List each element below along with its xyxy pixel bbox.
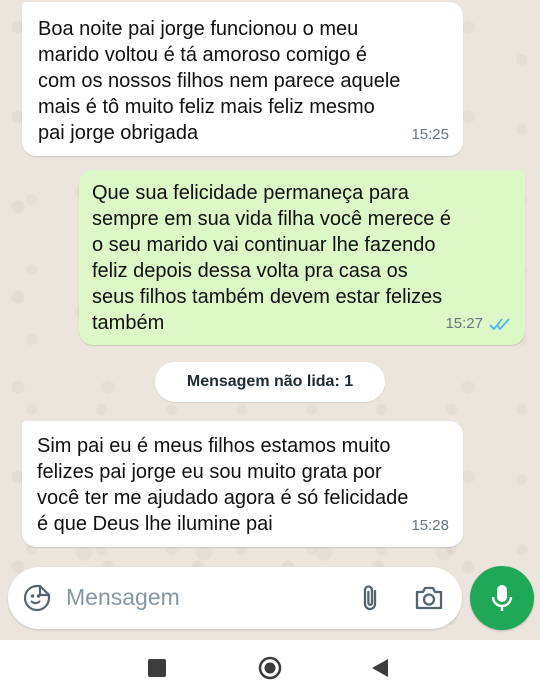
microphone-icon (491, 585, 513, 611)
paperclip-icon[interactable] (355, 582, 387, 614)
system-navigation-bar (0, 640, 540, 699)
incoming-message[interactable]: Boa noite pai jorge funcionou o meu mari… (22, 2, 463, 156)
unread-messages-divider: Mensagem não lida: 1 (155, 362, 385, 402)
camera-icon[interactable] (413, 583, 445, 613)
microphone-button[interactable] (470, 566, 534, 630)
message-time: 15:27 (445, 311, 511, 337)
recents-square-icon[interactable] (148, 659, 166, 677)
message-time: 15:25 (411, 122, 449, 148)
double-check-read-icon (489, 318, 510, 331)
outgoing-message[interactable]: Que sua felicidade permaneça para sempre… (79, 170, 525, 345)
message-text: Sim pai eu é meus filhos estamos muito f… (37, 435, 409, 535)
home-circle-icon[interactable] (258, 656, 282, 680)
back-triangle-icon[interactable] (370, 657, 390, 679)
chat-area: Boa noite pai jorge funcionou o meu mari… (0, 0, 540, 640)
timestamp: 15:27 (445, 315, 483, 332)
sticker-emoji-icon[interactable] (22, 583, 52, 613)
timestamp: 15:28 (411, 517, 449, 534)
message-time: 15:28 (411, 513, 449, 539)
incoming-message[interactable]: Sim pai eu é meus filhos estamos muito f… (22, 421, 463, 547)
message-input[interactable]: Mensagem (66, 584, 180, 611)
unread-label: Mensagem não lida: 1 (186, 373, 354, 390)
message-composer[interactable]: Mensagem (8, 567, 462, 629)
message-text: Boa noite pai jorge funcionou o meu mari… (38, 18, 401, 144)
timestamp: 15:25 (411, 126, 449, 143)
